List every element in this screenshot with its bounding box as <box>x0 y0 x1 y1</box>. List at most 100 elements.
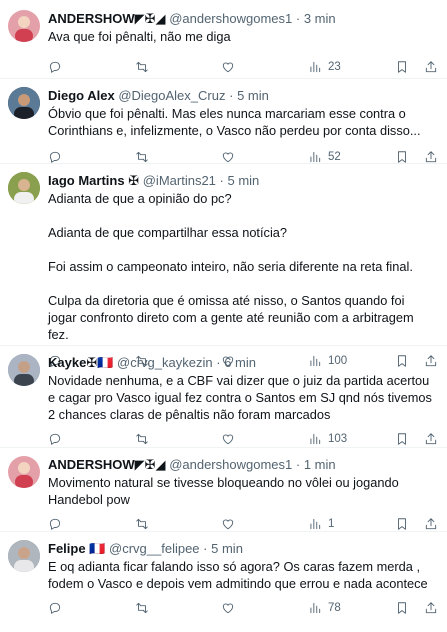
author-name[interactable]: ANDERSHOW <box>48 457 135 472</box>
reply-icon <box>49 151 61 163</box>
like-button[interactable] <box>221 514 235 534</box>
views-button[interactable]: 1 <box>308 514 334 534</box>
author-name[interactable]: Kayke <box>48 355 86 370</box>
author-handle[interactable]: @andershowgomes1 <box>169 457 292 472</box>
share-button[interactable] <box>424 514 438 534</box>
reply-button[interactable] <box>48 514 62 534</box>
bar-chart-icon <box>310 151 321 163</box>
bar-chart-icon <box>310 518 321 530</box>
share-icon <box>425 602 437 614</box>
heart-icon <box>222 62 234 73</box>
repost-button[interactable] <box>135 429 149 449</box>
reply-button[interactable] <box>48 429 62 449</box>
avatar[interactable] <box>8 456 40 488</box>
tweet-paragraph: Movimento natural se tivesse bloqueando … <box>48 475 399 507</box>
bar-chart-icon <box>310 61 321 73</box>
author-handle[interactable]: @iMartins21 <box>143 173 216 188</box>
bookmark-button[interactable] <box>395 57 409 77</box>
author-name[interactable]: Felipe <box>48 541 86 556</box>
share-button[interactable] <box>424 598 438 618</box>
tweet-paragraph: Ava que foi pênalti, não me diga <box>48 29 231 44</box>
name-emoji: ◤✠◢ <box>134 11 166 26</box>
timestamp[interactable]: 5 min <box>237 88 269 103</box>
tweet-header: Kayke✠🇫🇷 @crvg_kaykezin · 6 min <box>48 354 435 372</box>
reply-icon <box>49 602 61 614</box>
views-count: 103 <box>328 433 348 445</box>
author-name[interactable]: Iago Martins <box>48 173 125 188</box>
bookmark-icon <box>398 61 406 73</box>
avatar[interactable] <box>8 10 40 42</box>
avatar[interactable] <box>8 87 40 119</box>
tweet-paragraph: Adianta de que a opinião do pc? <box>48 191 232 206</box>
name-emoji: ◤✠◢ <box>134 457 166 472</box>
dot-separator: · <box>219 173 224 188</box>
tweet[interactable]: Diego Alex @DiegoAlex_Cruz · 5 min Óbvio… <box>0 79 447 164</box>
timestamp[interactable]: 5 min <box>228 173 260 188</box>
views-button[interactable]: 23 <box>308 57 341 77</box>
tweet[interactable]: Felipe 🇫🇷 @crvg__felipee · 5 min E oq ad… <box>0 532 447 632</box>
name-emoji: 🇫🇷 <box>89 541 106 556</box>
avatar[interactable] <box>8 354 40 386</box>
tweet[interactable]: Kayke✠🇫🇷 @crvg_kaykezin · 6 min Novidade… <box>0 346 447 448</box>
tweet-paragraph: E oq adianta ficar falando isso só agora… <box>48 559 428 591</box>
bookmark-icon <box>398 151 406 163</box>
share-button[interactable] <box>424 429 438 449</box>
views-count: 78 <box>328 602 341 614</box>
like-button[interactable] <box>221 429 235 449</box>
views-count: 52 <box>328 151 341 163</box>
heart-icon <box>222 152 234 163</box>
tweet-header: Iago Martins ✠ @iMartins21 · 5 min <box>48 172 435 190</box>
tweet-paragraph: Novidade nenhuma, e a CBF vai dizer que … <box>48 373 432 422</box>
author-name[interactable]: ANDERSHOW <box>48 11 135 26</box>
avatar[interactable] <box>8 172 40 204</box>
timestamp[interactable]: 3 min <box>304 11 336 26</box>
reply-button[interactable] <box>48 57 62 77</box>
bookmark-button[interactable] <box>395 429 409 449</box>
tweet-text: Ava que foi pênalti, não me diga <box>48 28 435 45</box>
tweet[interactable]: ANDERSHOW◤✠◢ @andershowgomes1 · 3 min Av… <box>0 0 447 79</box>
repost-icon <box>136 433 148 445</box>
repost-button[interactable] <box>135 514 149 534</box>
dot-separator: · <box>295 11 301 26</box>
tweet-header: Felipe 🇫🇷 @crvg__felipee · 5 min <box>48 540 435 558</box>
bookmark-icon <box>398 602 406 614</box>
tweet-paragraph: Óbvio que foi pênalti. Mas eles nunca ma… <box>48 106 421 138</box>
like-button[interactable] <box>221 598 235 618</box>
author-handle[interactable]: @crvg__felipee <box>109 541 200 556</box>
tweet-text: Movimento natural se tivesse bloqueando … <box>48 474 435 508</box>
bookmark-button[interactable] <box>395 514 409 534</box>
author-handle[interactable]: @DiegoAlex_Cruz <box>118 88 225 103</box>
dot-separator: · <box>295 457 301 472</box>
action-bar: 78 <box>48 598 438 618</box>
name-emoji: ✠🇫🇷 <box>86 355 114 370</box>
author-handle[interactable]: @andershowgomes1 <box>169 11 292 26</box>
bar-chart-icon <box>310 602 321 614</box>
dot-separator: · <box>229 88 234 103</box>
reply-icon <box>49 433 61 445</box>
tweet[interactable]: ANDERSHOW◤✠◢ @andershowgomes1 · 1 min Mo… <box>0 448 447 532</box>
like-button[interactable] <box>221 57 235 77</box>
author-handle[interactable]: @crvg_kaykezin <box>117 355 213 370</box>
timestamp[interactable]: 6 min <box>224 355 256 370</box>
share-button[interactable] <box>424 57 438 77</box>
tweet-header: ANDERSHOW◤✠◢ @andershowgomes1 · 1 min <box>48 456 435 474</box>
tweet-text: Adianta de que a opinião do pc? Adianta … <box>48 190 435 343</box>
tweet-paragraph: Adianta de que compartilhar essa notícia… <box>48 225 288 240</box>
reply-button[interactable] <box>48 598 62 618</box>
repost-icon <box>136 602 148 614</box>
views-button[interactable]: 78 <box>308 598 341 618</box>
author-name[interactable]: Diego Alex <box>48 88 115 103</box>
share-icon <box>425 433 437 445</box>
tweet[interactable]: Iago Martins ✠ @iMartins21 · 5 min Adian… <box>0 164 447 367</box>
timestamp[interactable]: 1 min <box>304 457 336 472</box>
action-bar: 103 <box>48 429 438 449</box>
repost-button[interactable] <box>135 598 149 618</box>
repost-button[interactable] <box>135 57 149 77</box>
share-icon <box>425 518 437 530</box>
avatar[interactable] <box>8 540 40 572</box>
bookmark-button[interactable] <box>395 598 409 618</box>
reply-icon <box>49 61 61 73</box>
views-button[interactable]: 103 <box>308 429 347 449</box>
timestamp[interactable]: 5 min <box>211 541 243 556</box>
views-count: 1 <box>328 518 335 530</box>
